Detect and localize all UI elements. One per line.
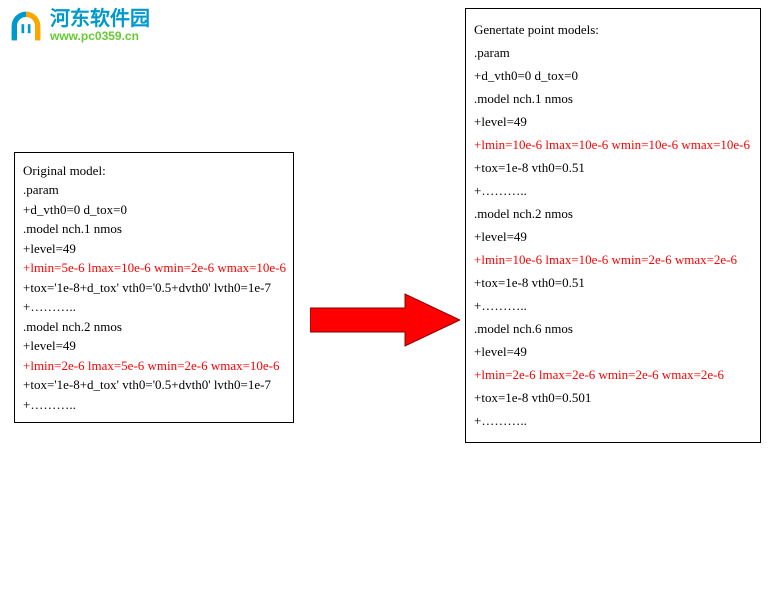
code-line: .model nch.6 nmos (474, 321, 752, 337)
code-line: +lmin=10e-6 lmax=10e-6 wmin=10e-6 wmax=1… (474, 137, 752, 153)
code-line: +lmin=5e-6 lmax=10e-6 wmin=2e-6 wmax=10e… (23, 260, 285, 276)
code-line: +……….. (23, 397, 285, 413)
code-line: +level=49 (474, 344, 752, 360)
watermark-site-url: www.pc0359.cn (50, 30, 150, 43)
code-line: +lmin=2e-6 lmax=2e-6 wmin=2e-6 wmax=2e-6 (474, 367, 752, 383)
code-line: +level=49 (474, 229, 752, 245)
box-title: Original model: (23, 163, 285, 179)
code-line: .param (23, 182, 285, 198)
watermark-site-name: 河东软件园 (50, 8, 150, 30)
watermark-text: 河东软件园 www.pc0359.cn (50, 8, 150, 43)
original-model-box: Original model: .param +d_vth0=0 d_tox=0.… (14, 152, 294, 423)
code-line: +……….. (474, 298, 752, 314)
code-line: +……….. (474, 183, 752, 199)
code-line: +……….. (474, 413, 752, 429)
code-line: +tox=1e-8 vth0=0.51 (474, 275, 752, 291)
watermark: 河东软件园 www.pc0359.cn (8, 8, 150, 44)
code-line: +tox=1e-8 vth0=0.501 (474, 390, 752, 406)
code-line: +tox='1e-8+d_tox' vth0='0.5+dvth0' lvth0… (23, 377, 285, 393)
code-line: +lmin=10e-6 lmax=10e-6 wmin=2e-6 wmax=2e… (474, 252, 752, 268)
arrow-icon (310, 290, 460, 350)
code-line: +d_vth0=0 d_tox=0 (23, 202, 285, 218)
code-line: +level=49 (474, 114, 752, 130)
generated-model-box: Genertate point models: .param +d_vth0=0 … (465, 8, 761, 443)
code-line: +tox='1e-8+d_tox' vth0='0.5+dvth0' lvth0… (23, 280, 285, 296)
code-line: .model nch.1 nmos (474, 91, 752, 107)
code-line: +tox=1e-8 vth0=0.51 (474, 160, 752, 176)
code-line: +level=49 (23, 241, 285, 257)
code-line: .model nch.1 nmos (23, 221, 285, 237)
code-line: .param (474, 45, 752, 61)
code-line: .model nch.2 nmos (474, 206, 752, 222)
code-line: .model nch.2 nmos (23, 319, 285, 335)
box-title: Genertate point models: (474, 22, 752, 38)
code-line: +level=49 (23, 338, 285, 354)
code-line: +d_vth0=0 d_tox=0 (474, 68, 752, 84)
code-line: +……….. (23, 299, 285, 315)
watermark-logo-icon (8, 8, 44, 44)
code-line: +lmin=2e-6 lmax=5e-6 wmin=2e-6 wmax=10e-… (23, 358, 285, 374)
